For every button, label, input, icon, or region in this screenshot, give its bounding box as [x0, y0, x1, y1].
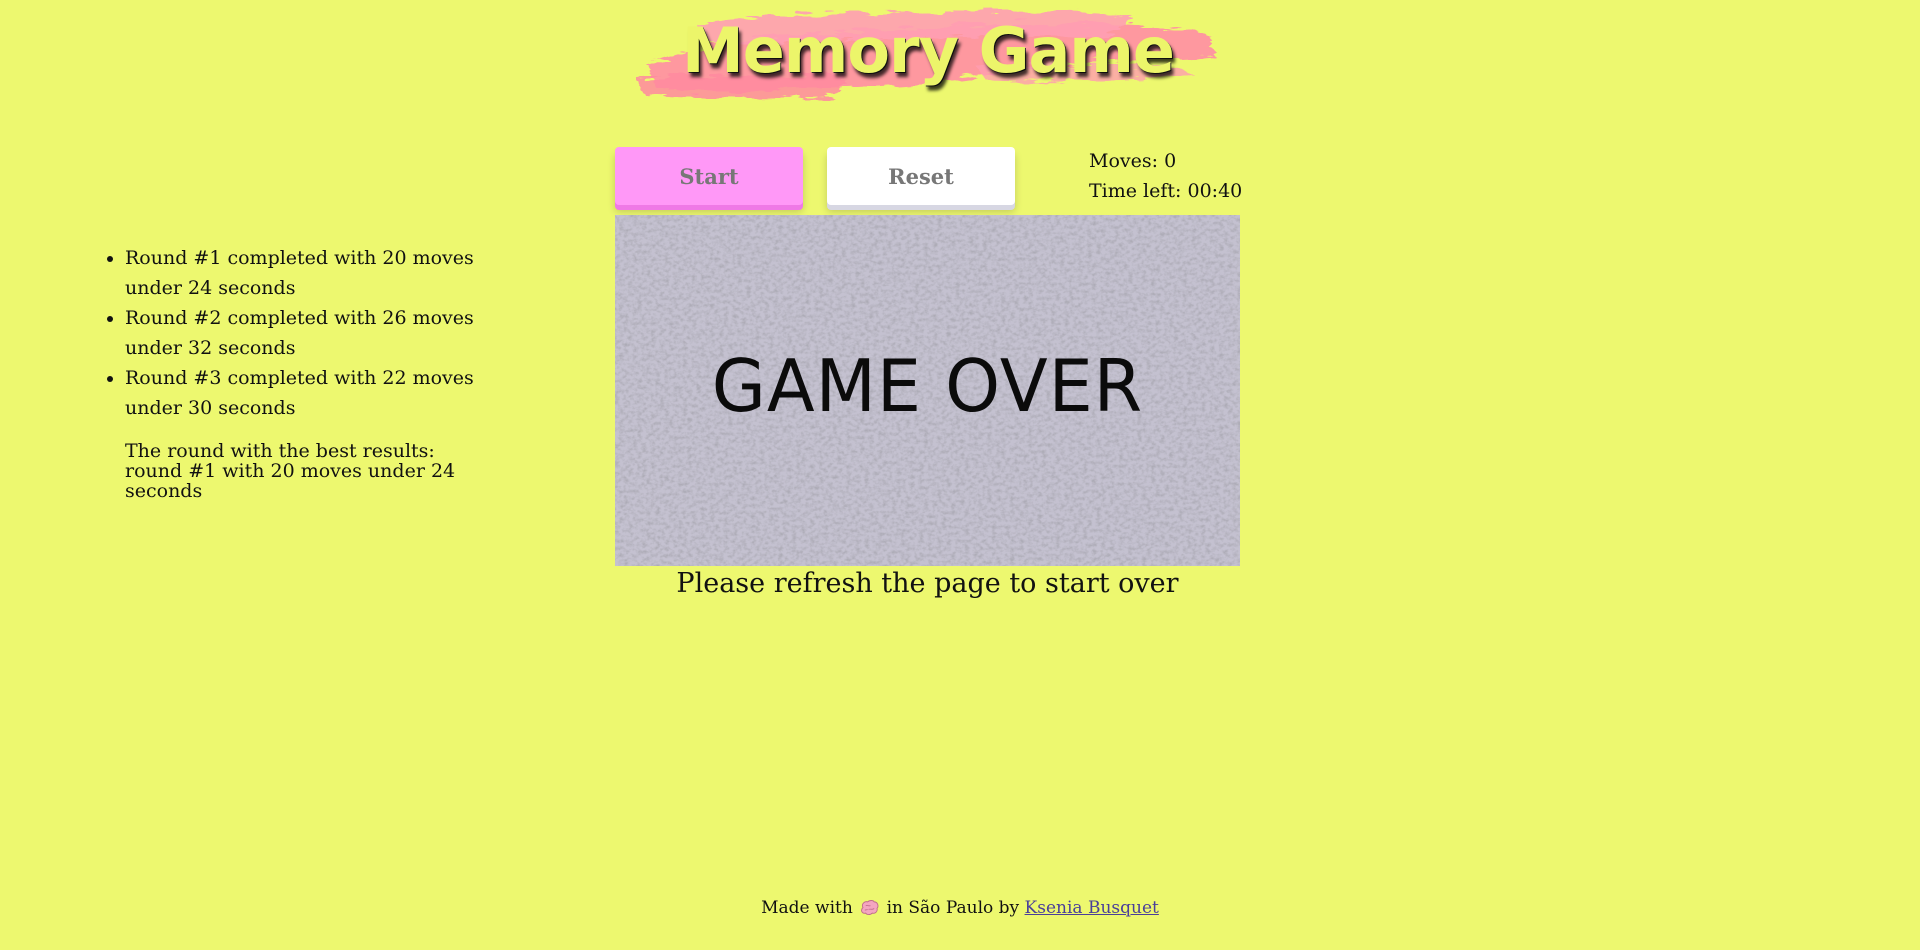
rounds-list: Round #1 completed with 20 moves under 2… [95, 243, 515, 423]
time-value: 00:40 [1187, 180, 1243, 202]
refresh-message: Please refresh the page to start over [676, 568, 1179, 599]
moves-counter: Moves: 0 [1089, 146, 1242, 176]
game-over-panel: GAME OVER [615, 215, 1240, 566]
moves-value: 0 [1164, 150, 1177, 172]
page-title: Memory Game [682, 14, 1175, 87]
best-round-summary: The round with the best results: round #… [125, 440, 456, 502]
author-link[interactable]: Ksenia Busquet [1025, 898, 1159, 918]
game-stats: Moves: 0 Time left: 00:40 [1089, 146, 1242, 206]
time-label: Time left: [1089, 180, 1182, 202]
reset-button[interactable]: Reset [827, 147, 1015, 205]
time-left: Time left: 00:40 [1089, 176, 1242, 206]
round-item: Round #1 completed with 20 moves under 2… [125, 243, 495, 303]
brain-icon [861, 900, 879, 915]
rounds-history: Round #1 completed with 20 moves under 2… [95, 243, 515, 501]
round-item: Round #2 completed with 26 moves under 3… [125, 303, 495, 363]
footer-location: in São Paulo by [886, 898, 1020, 918]
game-over-text: GAME OVER [711, 344, 1144, 428]
round-item: Round #3 completed with 22 moves under 3… [125, 363, 495, 423]
start-button[interactable]: Start [615, 147, 803, 205]
header: Memory Game [636, 4, 1220, 108]
footer-made-with: Made with [761, 898, 853, 918]
moves-label: Moves: [1089, 150, 1159, 172]
footer: Made with in São Paulo by Ksenia Busquet [0, 896, 1920, 920]
